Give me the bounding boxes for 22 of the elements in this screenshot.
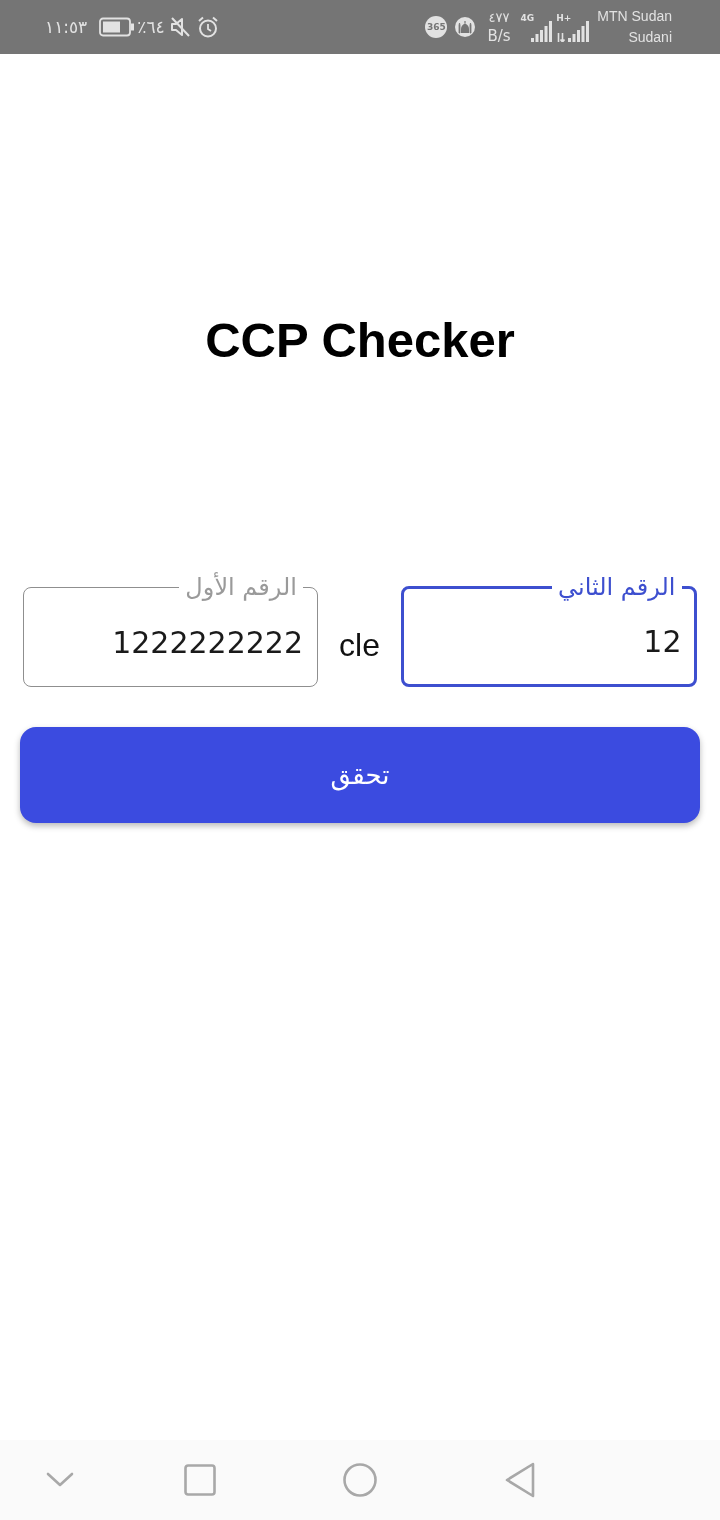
mosque-icon: [455, 17, 476, 37]
network-type-label: 4G: [520, 12, 535, 24]
app-title: CCP Checker: [204, 312, 516, 369]
square-icon[interactable]: [184, 1464, 216, 1496]
battery-percentage: ٪٦٤: [137, 17, 165, 37]
check-button[interactable]: تحقق: [20, 727, 700, 823]
network-speed-value: ٤٧٧: [488, 9, 510, 27]
mute-icon: [168, 16, 191, 38]
clock-time: ١١:٥٣: [45, 17, 88, 37]
app-badge: 365: [425, 16, 448, 38]
home-circle-icon[interactable]: [343, 1463, 377, 1497]
separator-label: cle: [339, 626, 380, 665]
battery-icon: [99, 17, 136, 37]
network-speed-unit: B/s: [487, 27, 511, 45]
back-triangle-icon[interactable]: [504, 1462, 536, 1498]
chevron-down-icon[interactable]: [46, 1472, 74, 1488]
carrier-name: MTN Sudan: [597, 7, 672, 26]
network-type-label: H+: [556, 12, 572, 24]
signal-bars-icon: [568, 20, 590, 42]
alarm-clock-icon: [196, 16, 219, 38]
signal-bars-icon: [531, 20, 553, 42]
carrier-name: Sudani: [628, 28, 672, 47]
